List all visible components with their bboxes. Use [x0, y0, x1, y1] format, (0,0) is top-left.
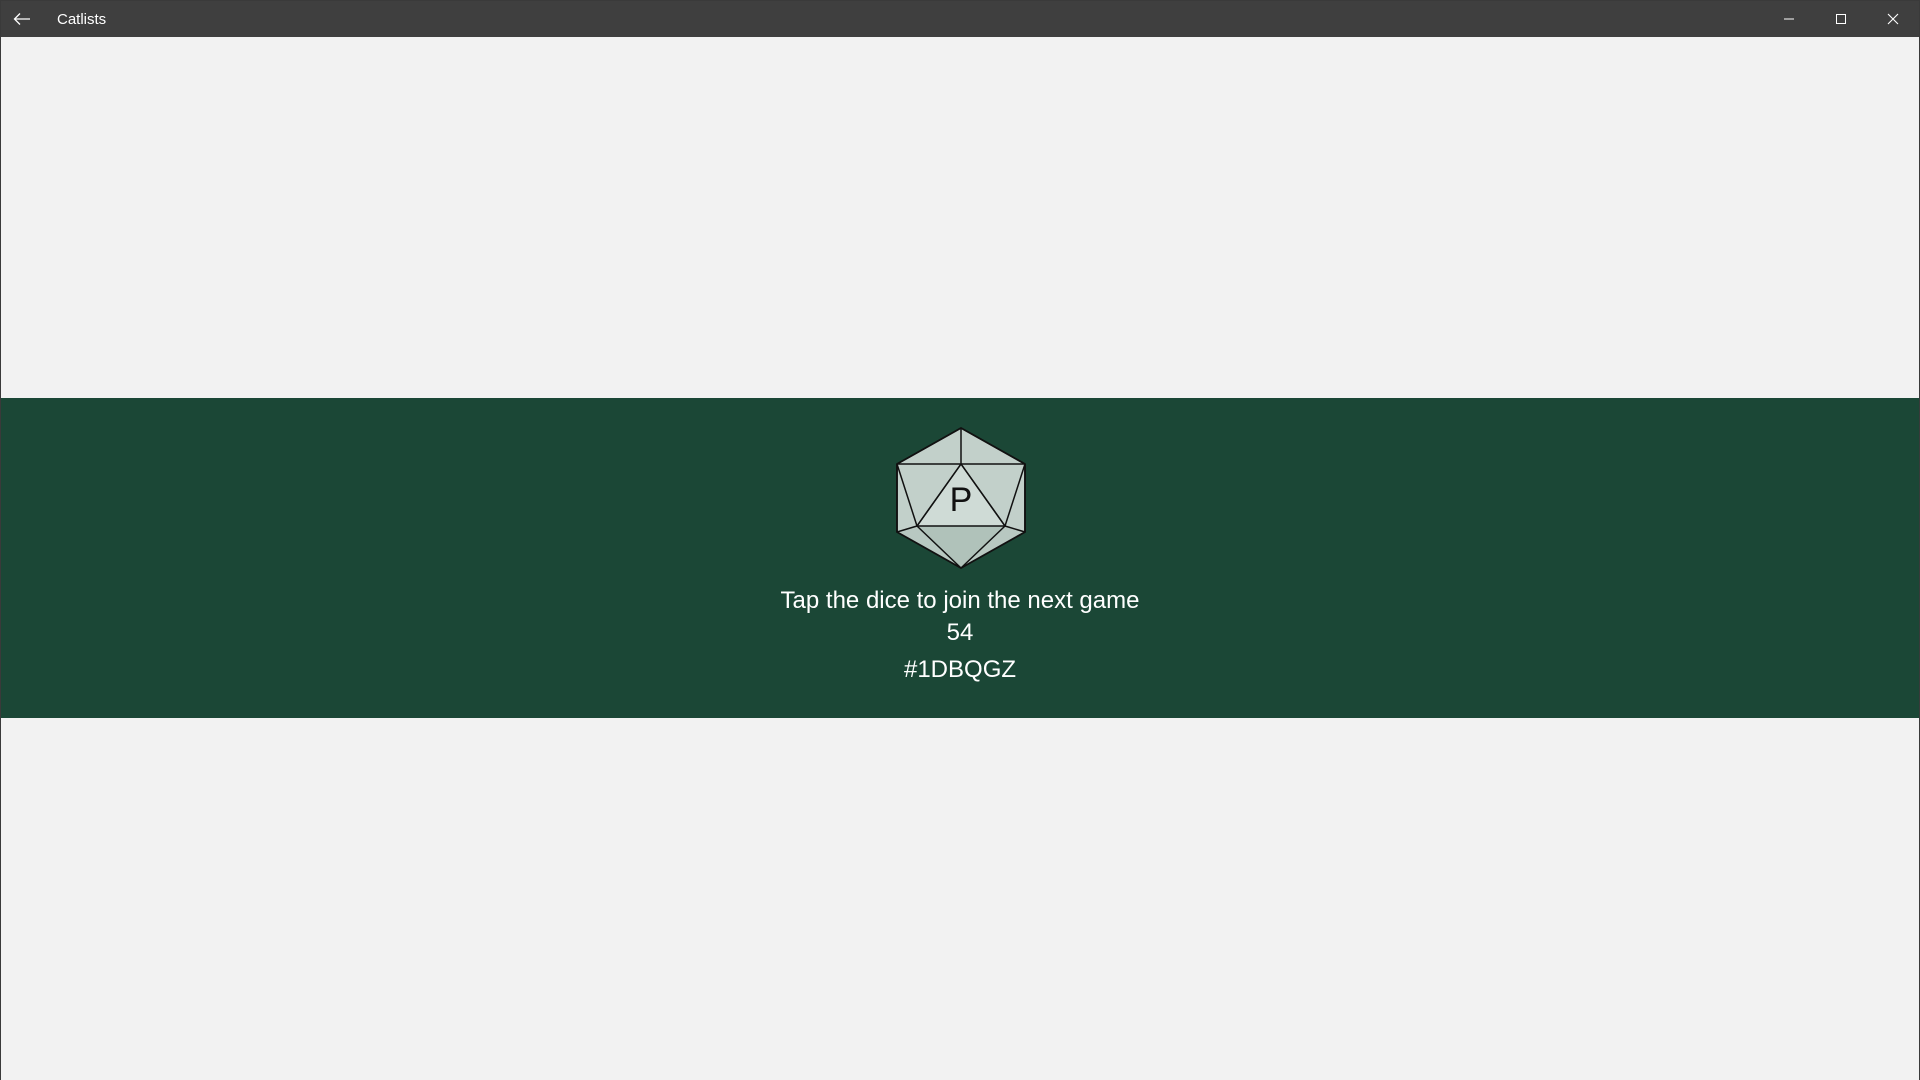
- maximize-button[interactable]: [1815, 1, 1867, 37]
- join-prompt-text: Tap the dice to join the next game: [780, 587, 1140, 614]
- window-title: Catlists: [57, 11, 107, 28]
- main-content: P Tap the dice to join the next game 54 …: [1, 37, 1919, 1080]
- dice-letter: P: [950, 481, 973, 519]
- close-icon: [1887, 13, 1899, 25]
- close-button[interactable]: [1867, 1, 1919, 37]
- player-count: 54: [946, 619, 974, 646]
- back-button[interactable]: [1, 1, 43, 37]
- arrow-left-icon: [13, 13, 30, 25]
- minimize-button[interactable]: [1763, 1, 1815, 37]
- d20-dice-icon[interactable]: P: [893, 424, 1029, 572]
- maximize-icon: [1836, 14, 1846, 24]
- join-game-banner: P Tap the dice to join the next game 54 …: [1, 398, 1919, 718]
- game-code: #1DBQGZ: [903, 656, 1017, 683]
- app-window: Catlists P Tap the dice to join the next…: [0, 0, 1920, 1080]
- title-bar: Catlists: [1, 1, 1919, 37]
- minimize-icon: [1784, 18, 1794, 20]
